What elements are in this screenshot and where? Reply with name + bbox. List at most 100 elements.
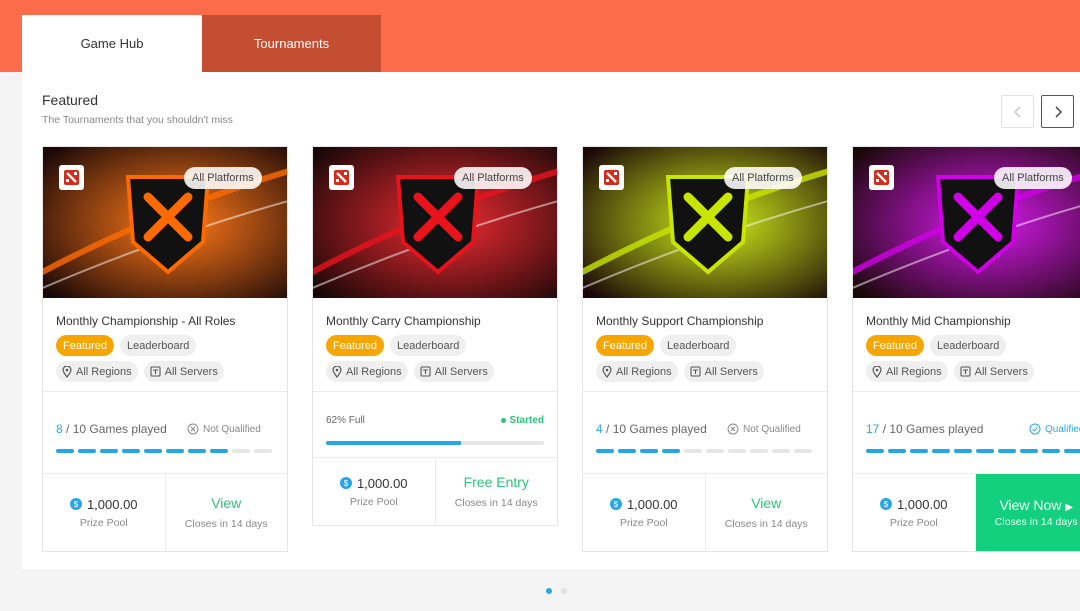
progress-segment	[1064, 449, 1080, 453]
regions-text: All Regions	[616, 365, 672, 378]
tag-list: Featured Leaderboard	[866, 335, 1007, 356]
progress-segment	[210, 449, 228, 453]
games-played: 4 / 10 Games played	[596, 422, 707, 436]
map-pin-icon	[62, 365, 72, 378]
featured-badge: Featured	[866, 335, 925, 356]
prize-pool-cell: $1,000.00 Prize Pool	[583, 474, 705, 551]
card-action-button[interactable]: Free Entry Closes in 14 days	[434, 458, 558, 525]
progress-segment	[794, 449, 812, 453]
coin-icon: $	[69, 498, 82, 510]
servers-text: All Servers	[164, 365, 218, 378]
prize-value: $1,000.00	[339, 475, 408, 491]
prize-amount: 1,000.00	[86, 496, 138, 512]
platform-badge: All Platforms	[454, 167, 532, 189]
status-text: Started	[509, 415, 544, 426]
regions-text: All Regions	[886, 365, 942, 378]
prize-value: $1,000.00	[879, 496, 948, 512]
featured-badge: Featured	[596, 335, 655, 356]
tournament-card[interactable]: All Platforms Monthly Mid Championship Fea…	[852, 146, 1080, 552]
carousel-prev-button[interactable]	[1001, 95, 1034, 128]
qualification-text: Qualified	[1045, 423, 1080, 435]
tournament-title[interactable]: Monthly Championship - All Roles	[56, 314, 235, 328]
prize-label: Prize Pool	[889, 516, 938, 529]
progress-segment	[232, 449, 250, 453]
tournament-card[interactable]: All Platforms Monthly Championship - All …	[42, 146, 288, 552]
closes-label: Closes in 14 days	[994, 516, 1078, 528]
prize-amount: 1,000.00	[356, 475, 408, 491]
card-action-button[interactable]: View Now ▶ Closes in 14 days	[974, 474, 1080, 551]
prize-label: Prize Pool	[349, 495, 398, 508]
leaderboard-badge: Leaderboard	[930, 335, 1007, 356]
servers-badge: All Servers	[413, 361, 494, 382]
qualification-text: Not Qualified	[203, 423, 261, 435]
prize-pool-cell: $1,000.00 Prize Pool	[853, 474, 975, 551]
progress-segment	[998, 449, 1016, 453]
coin-icon: $	[339, 477, 352, 489]
map-pin-icon	[872, 365, 882, 378]
chevron-left-icon	[1013, 105, 1021, 118]
card-footer: $1,000.00 Prize Pool View Closes in 14 days	[43, 474, 287, 551]
platform-badge: All Platforms	[994, 167, 1072, 189]
divider	[853, 391, 1080, 392]
progress-segment	[166, 449, 184, 453]
dota-game-icon	[869, 165, 894, 190]
tournament-title[interactable]: Monthly Mid Championship	[866, 314, 1011, 328]
status-badge: Started	[500, 415, 544, 426]
games-label: / 10 Games played	[882, 422, 984, 436]
tab-game-hub[interactable]: Game Hub	[22, 15, 202, 72]
tournament-title[interactable]: Monthly Carry Championship	[326, 314, 481, 328]
card-action-button[interactable]: View Closes in 14 days	[164, 474, 288, 551]
platform-badge: All Platforms	[724, 167, 802, 189]
pager-dot-2[interactable]	[561, 588, 567, 594]
games-progress-dots	[56, 449, 272, 453]
tournament-banner[interactable]: All Platforms	[583, 147, 827, 298]
action-label: View Now ▶	[999, 497, 1073, 513]
check-circle-icon	[1029, 423, 1041, 435]
server-icon	[690, 366, 701, 377]
map-pin-icon	[602, 365, 612, 378]
games-played: 17 / 10 Games played	[866, 422, 983, 436]
capacity-progress-bar	[326, 441, 544, 445]
coin-icon: $	[609, 498, 622, 510]
card-action-button[interactable]: View Closes in 14 days	[704, 474, 828, 551]
progress-segment	[976, 449, 994, 453]
x-circle-icon	[187, 423, 199, 435]
server-icon	[420, 366, 431, 377]
x-circle-icon	[727, 423, 739, 435]
pager-dot-1[interactable]	[546, 588, 552, 594]
progress-segment	[618, 449, 636, 453]
action-text: View	[211, 495, 242, 511]
carousel-next-button[interactable]	[1041, 95, 1074, 128]
qualification-text: Not Qualified	[743, 423, 801, 435]
tournament-banner[interactable]: All Platforms	[313, 147, 557, 298]
leaderboard-badge: Leaderboard	[120, 335, 197, 356]
prize-amount: 1,000.00	[896, 496, 948, 512]
tournament-banner[interactable]: All Platforms	[853, 147, 1080, 298]
progress-segment	[1042, 449, 1060, 453]
tournament-card[interactable]: All Platforms Monthly Carry Championship F…	[312, 146, 558, 526]
progress-segment	[1020, 449, 1038, 453]
prize-label: Prize Pool	[619, 516, 668, 529]
games-label: / 10 Games played	[66, 422, 167, 436]
tournament-banner[interactable]: All Platforms	[43, 147, 287, 298]
prize-amount: 1,000.00	[626, 496, 678, 512]
regions-badge: All Regions	[596, 361, 678, 382]
progress-segment	[772, 449, 790, 453]
meta-list: All Regions All Servers	[866, 361, 1034, 382]
progress-segment	[706, 449, 724, 453]
progress-segment	[188, 449, 206, 453]
prize-label: Prize Pool	[79, 516, 128, 529]
progress-segment	[640, 449, 658, 453]
progress-segment	[932, 449, 950, 453]
tournament-title[interactable]: Monthly Support Championship	[596, 314, 763, 328]
dota-game-icon	[59, 165, 84, 190]
games-count: 4	[596, 422, 603, 436]
server-icon	[150, 366, 161, 377]
featured-badge: Featured	[326, 335, 385, 356]
coin-icon: $	[879, 498, 892, 510]
tournament-card[interactable]: All Platforms Monthly Support Championshi…	[582, 146, 828, 552]
tab-label: Tournaments	[253, 36, 330, 51]
progress-segment	[56, 449, 74, 453]
status-dot-icon	[500, 418, 506, 423]
tab-tournaments[interactable]: Tournaments	[202, 15, 381, 72]
